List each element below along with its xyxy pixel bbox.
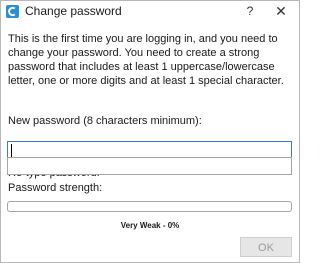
change-password-dialog: Change password ? ✕ This is the first ti… <box>0 0 300 263</box>
strength-status-text: Very Weak - 0% <box>120 221 180 230</box>
instructions-text: This is the first time you are logging i… <box>8 33 284 87</box>
password-strength-meter <box>7 201 292 212</box>
window-title: Change password <box>25 4 122 18</box>
close-button[interactable]: ✕ <box>269 1 293 22</box>
password-strength-label: Password strength: <box>8 182 103 194</box>
title-bar[interactable]: Change password ? ✕ <box>1 1 299 22</box>
new-password-label: New password (8 characters minimum): <box>8 115 202 127</box>
ok-button[interactable]: OK <box>240 237 292 257</box>
app-logo-icon <box>6 5 19 18</box>
text-cursor <box>11 144 12 157</box>
help-button[interactable]: ? <box>239 1 261 22</box>
retype-password-input[interactable] <box>7 157 292 175</box>
